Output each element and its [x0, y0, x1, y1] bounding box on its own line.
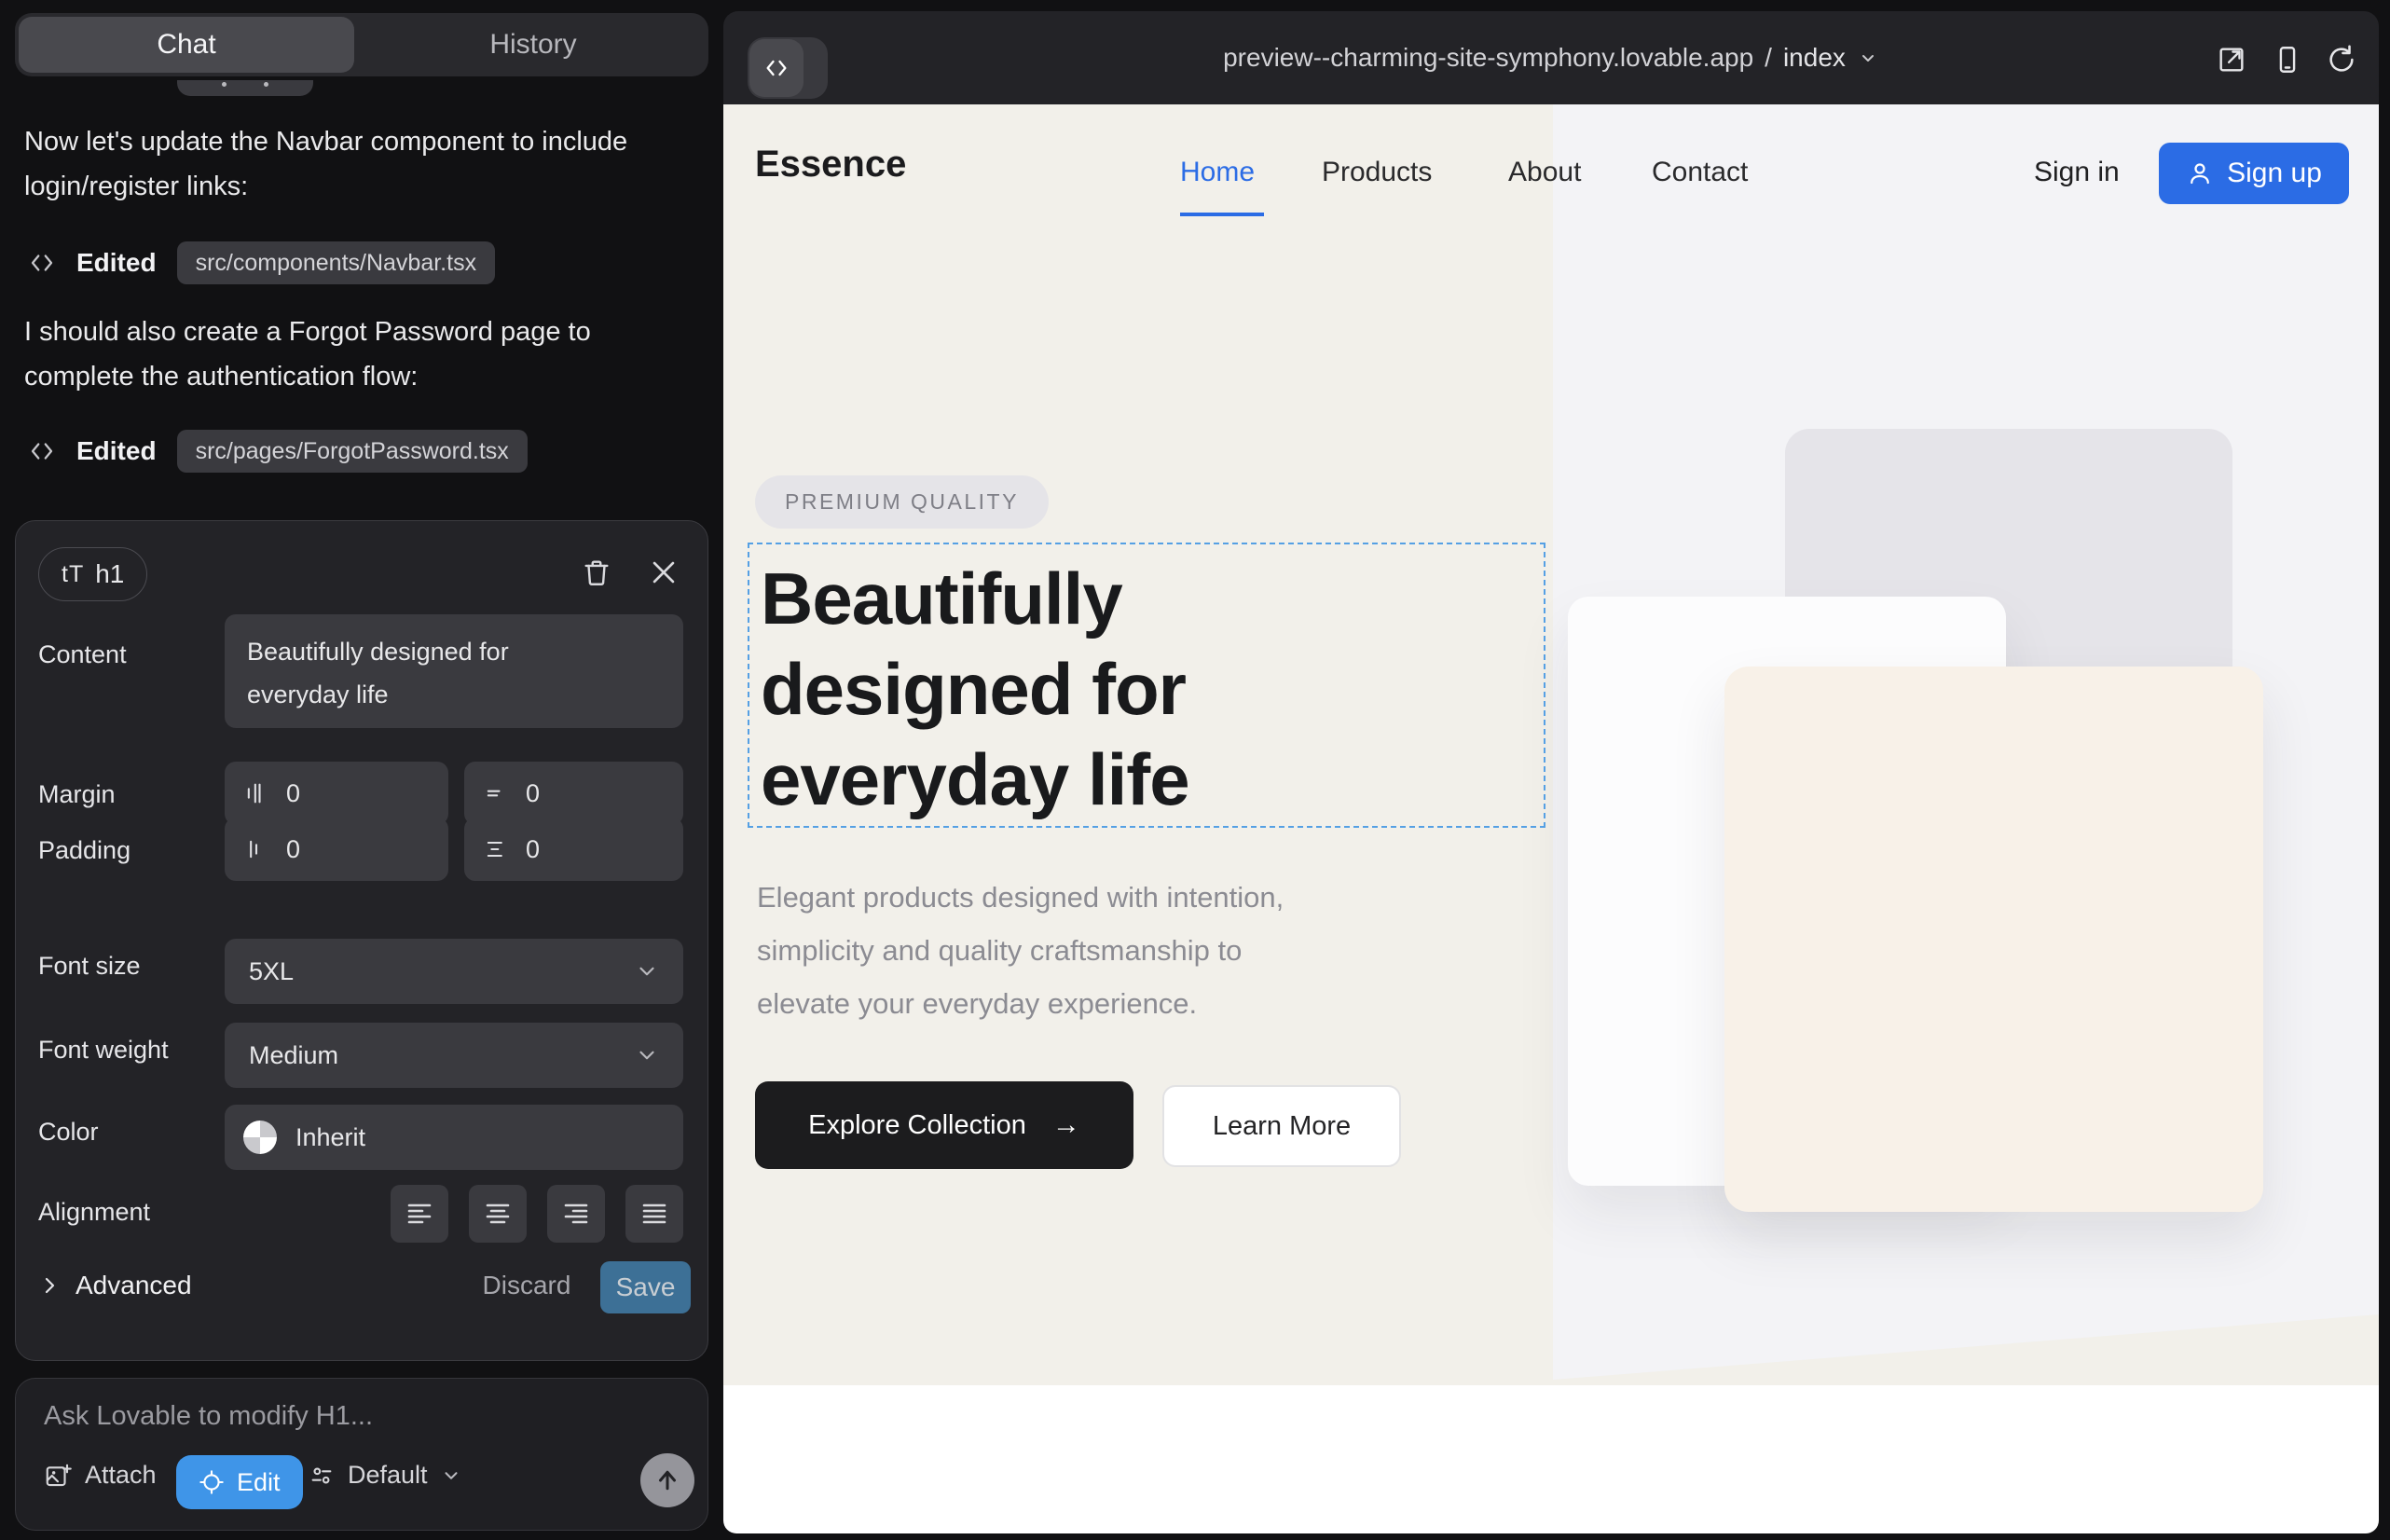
person-icon [2186, 159, 2214, 187]
chat-composer: Ask Lovable to modify H1... Attach Edit … [15, 1378, 708, 1531]
color-picker-field[interactable]: Inherit [225, 1105, 683, 1170]
align-center-button[interactable] [469, 1185, 527, 1243]
font-weight-label: Font weight [38, 1036, 169, 1065]
url-breadcrumb[interactable]: preview--charming-site-symphony.lovable.… [723, 11, 2379, 104]
discard-button[interactable]: Discard [471, 1271, 583, 1300]
edit-mode-button[interactable]: Edit [176, 1455, 303, 1509]
close-editor-button[interactable] [642, 551, 685, 594]
nav-link-contact[interactable]: Contact [1652, 157, 1748, 188]
site-logo[interactable]: Essence [755, 144, 906, 186]
tab-history[interactable]: History [358, 13, 708, 76]
nav-link-home[interactable]: Home [1180, 157, 1255, 188]
delete-element-button[interactable] [575, 551, 618, 594]
truncated-pill-button[interactable] [177, 80, 313, 96]
edited-file-chip[interactable]: src/components/Navbar.tsx [177, 241, 496, 284]
sign-in-link[interactable]: Sign in [2034, 157, 2120, 188]
code-view-toggle[interactable] [748, 37, 828, 99]
margin-vertical-icon [483, 780, 509, 806]
chevron-right-icon [38, 1274, 61, 1297]
chevron-down-icon [635, 959, 659, 983]
margin-horizontal-icon [243, 780, 269, 806]
align-right-button[interactable] [547, 1185, 605, 1243]
content-textarea[interactable]: Beautifully designed for everyday life [225, 614, 683, 728]
padding-vertical-input[interactable]: 0 [464, 818, 683, 881]
chevron-down-icon [1857, 47, 1879, 69]
element-tag-label: h1 [95, 559, 124, 589]
mobile-view-button[interactable] [2269, 41, 2306, 78]
attach-image-icon [44, 1462, 72, 1490]
chevron-down-icon [441, 1465, 461, 1486]
padding-horizontal-input[interactable]: 0 [225, 818, 448, 881]
margin-horizontal-input[interactable]: 0 [225, 762, 448, 825]
element-editor-panel: tT h1 Content Beautifully designed for e… [15, 520, 708, 1361]
decor-card-beige [1724, 667, 2263, 1212]
edited-label: Edited [76, 436, 157, 466]
advanced-toggle[interactable]: Advanced [38, 1271, 192, 1300]
tab-chat[interactable]: Chat [19, 17, 354, 73]
text-type-icon: tT [62, 561, 84, 588]
hero-paragraph: Elegant products designed with intention… [757, 871, 1284, 1030]
code-brackets-icon [749, 39, 804, 97]
margin-vertical-input[interactable]: 0 [464, 762, 683, 825]
arrow-right-icon: → [1052, 1109, 1080, 1141]
sign-up-button[interactable]: Sign up [2159, 143, 2349, 204]
align-justify-button[interactable] [625, 1185, 683, 1243]
explore-collection-button[interactable]: Explore Collection → [755, 1081, 1133, 1169]
edited-file-row: Edited src/components/Navbar.tsx [28, 241, 495, 285]
chevron-down-icon [635, 1043, 659, 1067]
active-nav-underline [1180, 213, 1264, 216]
preview-url: preview--charming-site-symphony.lovable.… [1223, 43, 1753, 73]
premium-quality-badge: PREMIUM QUALITY [755, 475, 1049, 529]
padding-horizontal-icon [243, 836, 269, 862]
target-icon [199, 1469, 225, 1495]
model-default-select[interactable]: Default [309, 1461, 461, 1490]
selected-element-badge: tT h1 [38, 547, 147, 601]
font-size-label: Font size [38, 952, 141, 981]
chat-history-tabs: Chat History [15, 13, 708, 76]
edited-label: Edited [76, 248, 157, 278]
preview-panel: preview--charming-site-symphony.lovable.… [723, 11, 2379, 1533]
chat-input[interactable]: Ask Lovable to modify H1... [44, 1401, 373, 1432]
learn-more-button[interactable]: Learn More [1162, 1085, 1401, 1167]
margin-label: Margin [38, 780, 116, 809]
open-external-button[interactable] [2213, 41, 2250, 78]
url-separator: / [1765, 43, 1772, 73]
refresh-button[interactable] [2323, 41, 2360, 78]
chat-message: Now let's update the Navbar component to… [24, 119, 697, 209]
page-name: index [1783, 43, 1846, 73]
chat-message: I should also create a Forgot Password p… [24, 309, 697, 399]
font-size-select[interactable]: 5XL [225, 939, 683, 1004]
color-swatch-icon [243, 1121, 277, 1154]
align-left-button[interactable] [391, 1185, 448, 1243]
nav-link-products[interactable]: Products [1322, 157, 1432, 188]
sliders-icon [309, 1463, 335, 1489]
content-label: Content [38, 640, 127, 669]
edited-file-chip[interactable]: src/pages/ForgotPassword.tsx [177, 430, 528, 473]
padding-vertical-icon [483, 836, 509, 862]
attach-button[interactable]: Attach [44, 1461, 157, 1490]
arrow-up-icon [653, 1466, 681, 1494]
hero-heading: Beautifully designed for everyday life [761, 554, 1189, 825]
edited-file-row: Edited src/pages/ForgotPassword.tsx [28, 429, 528, 474]
code-brackets-icon [28, 437, 56, 465]
alignment-label: Alignment [38, 1198, 150, 1227]
nav-link-about[interactable]: About [1508, 157, 1581, 188]
rendered-page: Essence Home Products About Contact Sign… [723, 104, 2379, 1533]
padding-label: Padding [38, 836, 130, 865]
code-brackets-icon [28, 249, 56, 277]
save-button[interactable]: Save [600, 1261, 691, 1313]
color-label: Color [38, 1118, 99, 1147]
send-button[interactable] [640, 1453, 694, 1507]
font-weight-select[interactable]: Medium [225, 1023, 683, 1088]
